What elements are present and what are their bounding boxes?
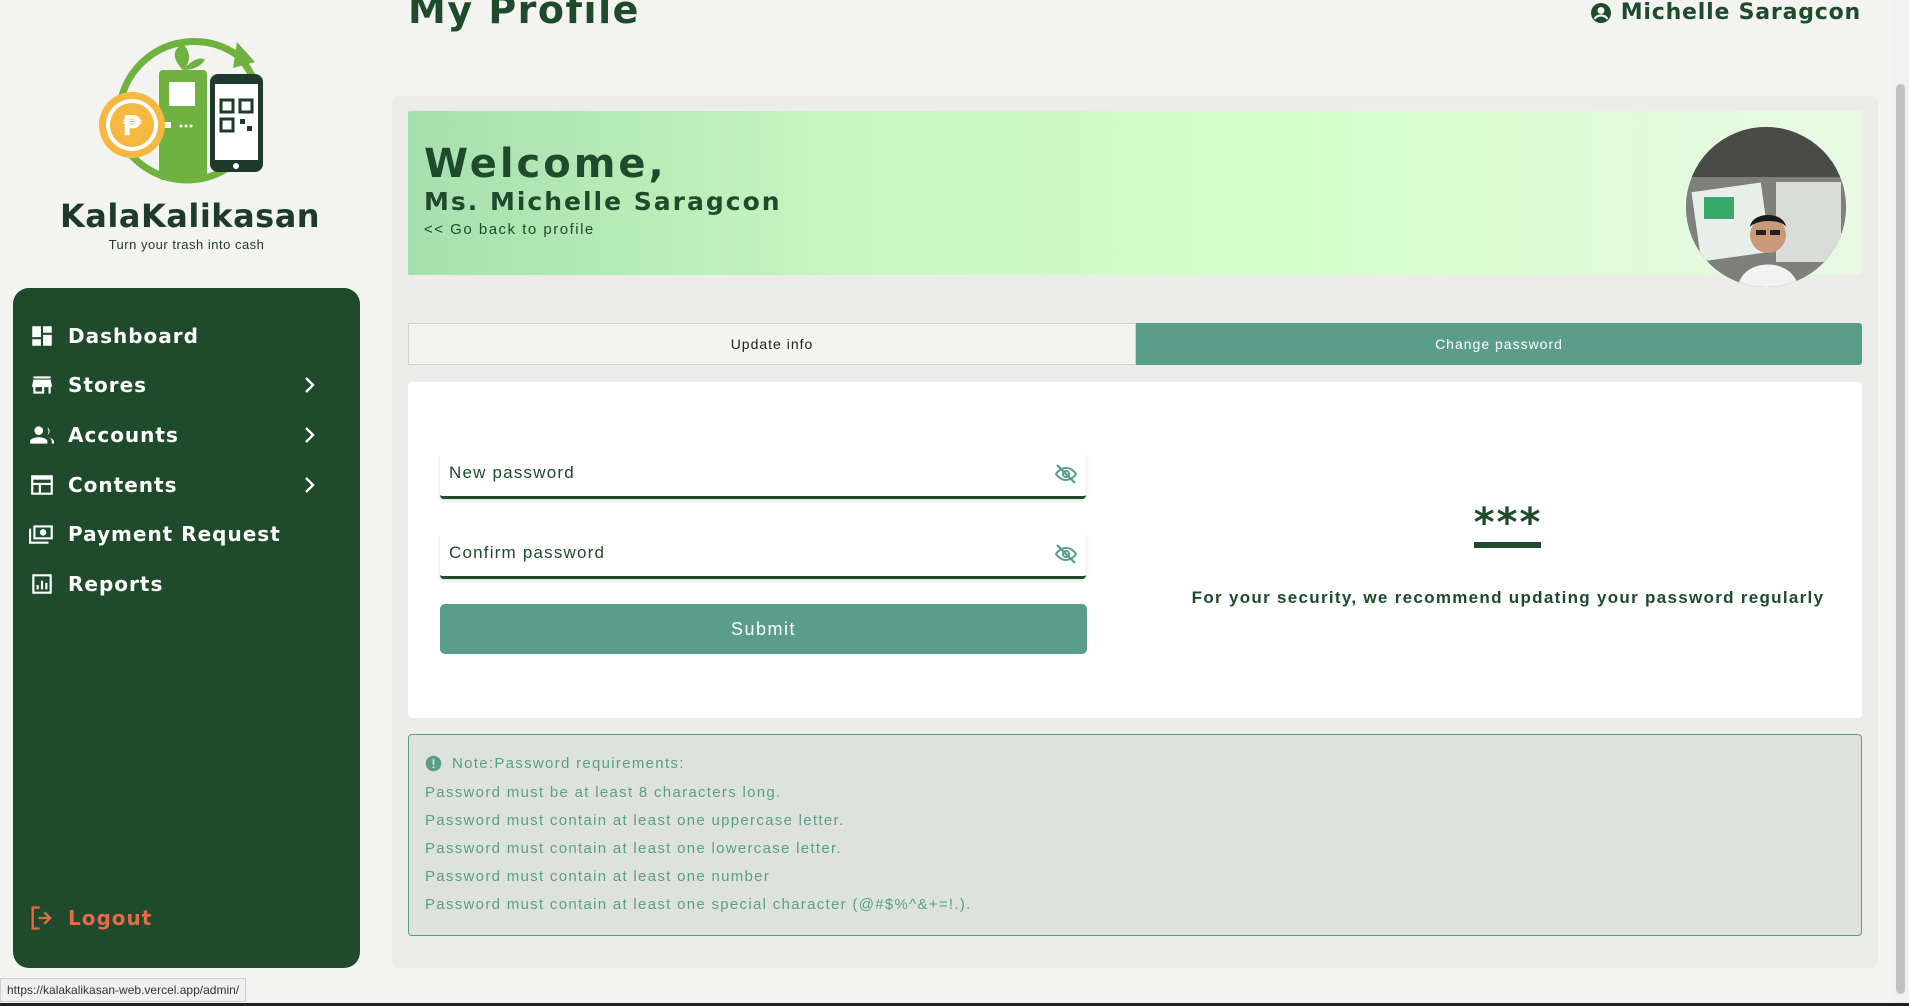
visibility-off-icon[interactable] <box>1054 462 1078 486</box>
sidebar-item-label: Contents <box>68 473 178 497</box>
security-message: For your security, we recommend updating… <box>1191 588 1825 607</box>
sidebar-item-label: Accounts <box>68 423 179 447</box>
requirement-item: Password must contain at least one speci… <box>425 896 972 913</box>
kalakalikasan-logo: ₱ <box>98 38 263 184</box>
sidebar-item-stores[interactable]: Stores <box>28 365 343 405</box>
avatar <box>1686 127 1846 287</box>
back-to-profile-link[interactable]: << Go back to profile <box>424 221 595 238</box>
brand: ₱ KalaKalikasan Turn your trash into cas… <box>60 30 321 252</box>
brand-name: KalaKalikasan <box>60 197 321 235</box>
payment-icon <box>28 520 56 548</box>
sidebar-item-accounts[interactable]: Accounts <box>28 415 343 455</box>
sidebar-item-dashboard[interactable]: Dashboard <box>28 316 343 356</box>
sidebar-item-label: Stores <box>68 373 148 397</box>
chevron-right-icon[interactable] <box>297 423 321 447</box>
password-requirements-note: Note:Password requirements: Password mus… <box>408 734 1862 936</box>
sidebar-item-label: Reports <box>68 572 164 596</box>
user-menu[interactable]: Michelle Saragcon <box>1589 0 1861 25</box>
status-bar-url: https://kalakalikasan-web.vercel.app/adm… <box>0 978 247 1002</box>
bar-chart-icon <box>28 570 56 598</box>
stars-underline <box>1474 542 1541 548</box>
requirement-item: Password must be at least 8 characters l… <box>425 784 782 801</box>
people-icon <box>28 421 56 449</box>
scrollbar-thumb[interactable] <box>1896 84 1905 994</box>
sidebar-item-label: Payment Request <box>68 522 281 546</box>
user-name: Michelle Saragcon <box>1620 0 1861 25</box>
visibility-off-icon[interactable] <box>1054 542 1078 566</box>
logout-icon <box>28 904 56 932</box>
note-heading-text: Note:Password requirements: <box>452 755 685 772</box>
welcome-greeting: Welcome, <box>424 141 667 187</box>
vertical-scrollbar[interactable] <box>1892 0 1909 1006</box>
sidebar-item-contents[interactable]: Contents <box>28 465 343 505</box>
logout-label: Logout <box>68 906 153 930</box>
calendar-table-icon <box>28 471 56 499</box>
confirm-password-field <box>440 532 1086 579</box>
requirement-item: Password must contain at least one upper… <box>425 812 845 829</box>
chevron-right-icon[interactable] <box>297 373 321 397</box>
password-stars: *** <box>1473 500 1543 546</box>
sidebar-item-payment-request[interactable]: Payment Request <box>28 514 343 554</box>
chevron-right-icon[interactable] <box>297 473 321 497</box>
profile-tabs: Update info Change password <box>408 323 1862 365</box>
account-circle-icon <box>1590 2 1611 23</box>
svg-text:₱: ₱ <box>122 109 142 142</box>
submit-button[interactable]: Submit <box>440 604 1087 654</box>
new-password-field <box>440 452 1086 499</box>
store-icon <box>28 371 56 399</box>
welcome-name: Ms. Michelle Saragcon <box>424 187 782 216</box>
confirm-password-input[interactable] <box>440 532 1011 574</box>
requirement-item: Password must contain at least one numbe… <box>425 868 771 885</box>
requirement-item: Password must contain at least one lower… <box>425 840 842 857</box>
note-heading: Note:Password requirements: <box>425 755 685 772</box>
change-password-card: Submit *** For your security, we recomme… <box>408 382 1862 718</box>
info-icon <box>425 755 442 772</box>
welcome-banner: Welcome, Ms. Michelle Saragcon << Go bac… <box>408 111 1862 287</box>
page-title: My Profile <box>408 0 640 32</box>
sidebar-item-label: Dashboard <box>68 324 199 348</box>
tab-update-info[interactable]: Update info <box>408 323 1136 365</box>
avatar-photo <box>1686 127 1846 287</box>
brand-tagline: Turn your trash into cash <box>108 237 265 252</box>
sidebar: Dashboard Stores Accounts Contents Payme… <box>13 288 360 968</box>
dashboard-icon <box>28 322 56 350</box>
tab-change-password[interactable]: Change password <box>1136 323 1862 365</box>
new-password-input[interactable] <box>440 452 1011 494</box>
sidebar-item-reports[interactable]: Reports <box>28 564 343 604</box>
logout-button[interactable]: Logout <box>28 898 343 938</box>
